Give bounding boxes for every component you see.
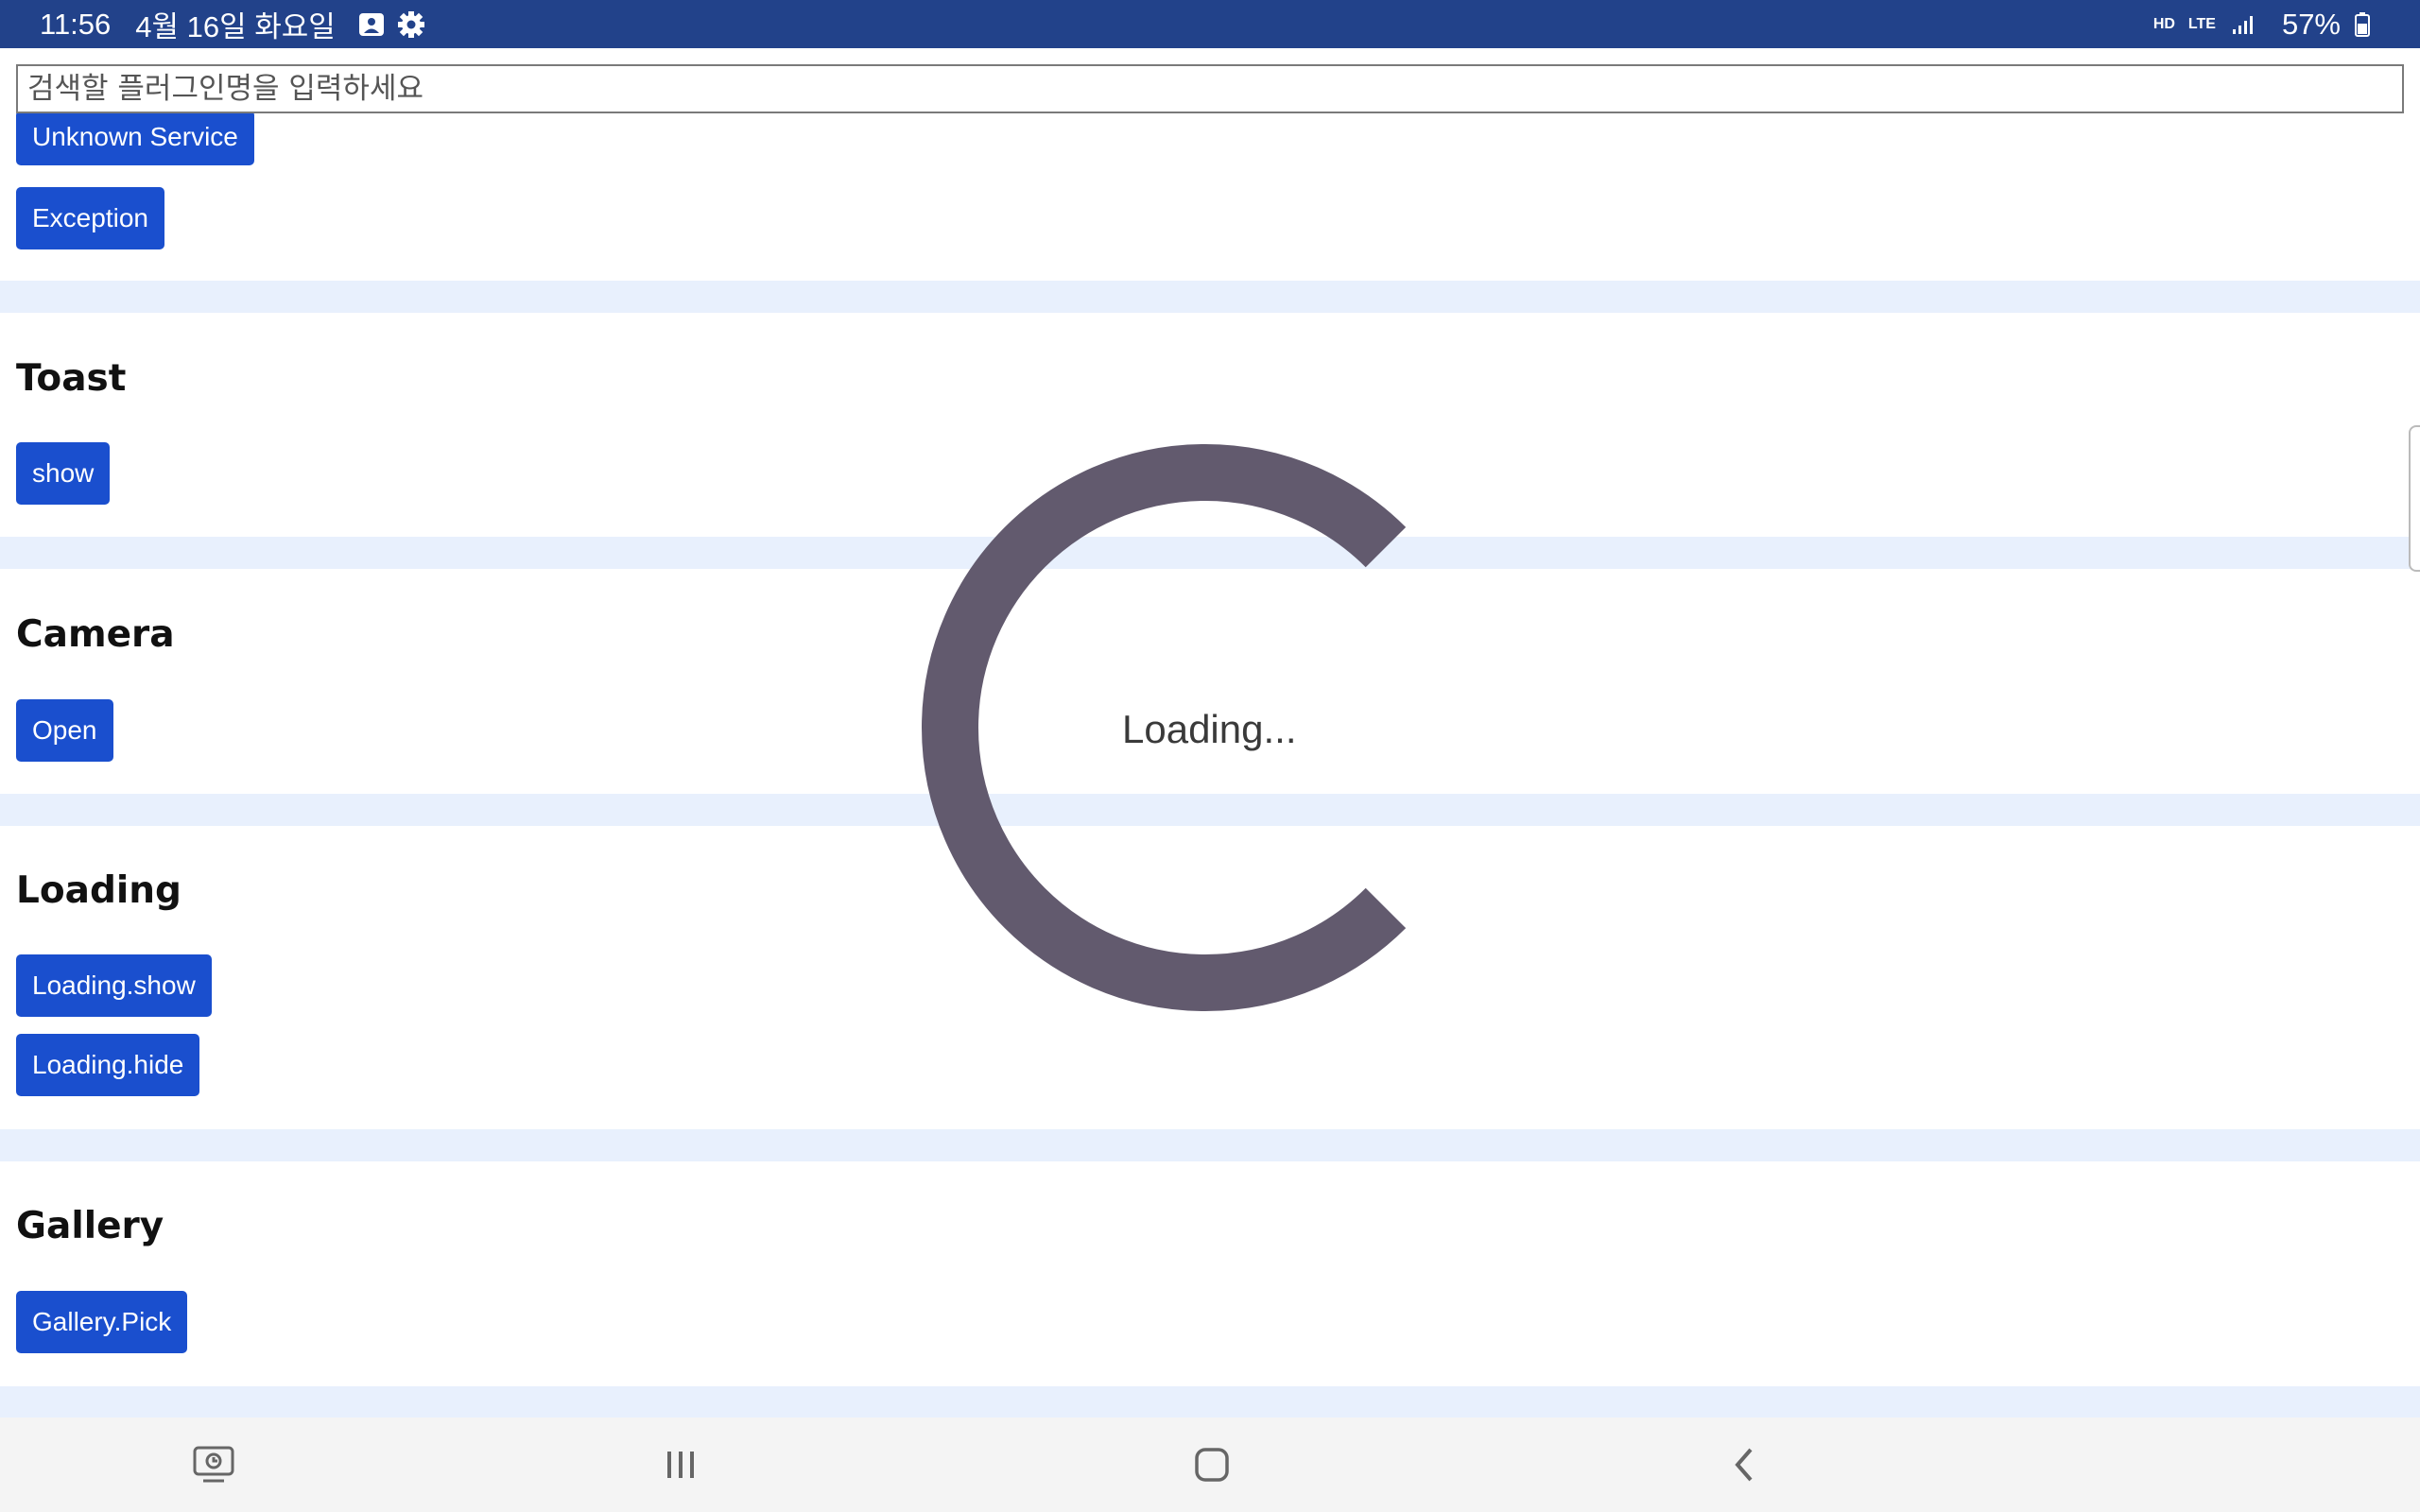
loading-hide-button[interactable]: Loading.hide xyxy=(16,1034,200,1096)
camera-open-button[interactable]: Open xyxy=(16,699,113,762)
section-title-gallery: Gallery xyxy=(16,1205,164,1247)
status-date: 4월 16일 화요일 xyxy=(135,10,336,43)
network-indicator: LTE xyxy=(2187,15,2216,32)
section-separator xyxy=(0,281,2420,313)
navigation-bar xyxy=(0,1418,2420,1512)
status-bar: 11:56 4월 16일 화요일 HD LTE 57% xyxy=(0,0,2420,48)
back-icon[interactable] xyxy=(1720,1441,1768,1488)
exception-button[interactable]: Exception xyxy=(16,187,164,249)
hd-voice-indicator: HD xyxy=(2152,15,2175,32)
loading-show-button[interactable]: Loading.show xyxy=(16,954,212,1017)
section-separator xyxy=(0,1129,2420,1161)
recent-apps-icon[interactable] xyxy=(190,1441,237,1488)
battery-percent: 57% xyxy=(2281,7,2341,41)
status-time: 11:56 xyxy=(40,7,112,41)
battery-icon xyxy=(2354,9,2371,40)
section-title-loading: Loading xyxy=(16,869,182,912)
section-separator xyxy=(0,1386,2420,1418)
signal-icon xyxy=(2229,9,2259,40)
gallery-pick-button[interactable]: Gallery.Pick xyxy=(16,1291,188,1353)
plugin-search-input[interactable] xyxy=(16,64,2404,113)
unknown-service-button[interactable]: Unknown Service xyxy=(16,113,254,165)
loading-text: Loading... xyxy=(1122,707,1297,751)
edge-panel-handle[interactable] xyxy=(2409,425,2420,572)
gear-icon xyxy=(396,9,426,40)
toast-show-button[interactable]: show xyxy=(16,442,111,505)
section-title-camera: Camera xyxy=(16,613,175,656)
home-icon[interactable] xyxy=(1188,1441,1236,1488)
menu-icon[interactable] xyxy=(657,1441,704,1488)
image-icon xyxy=(356,9,387,40)
section-title-toast: Toast xyxy=(16,357,127,400)
